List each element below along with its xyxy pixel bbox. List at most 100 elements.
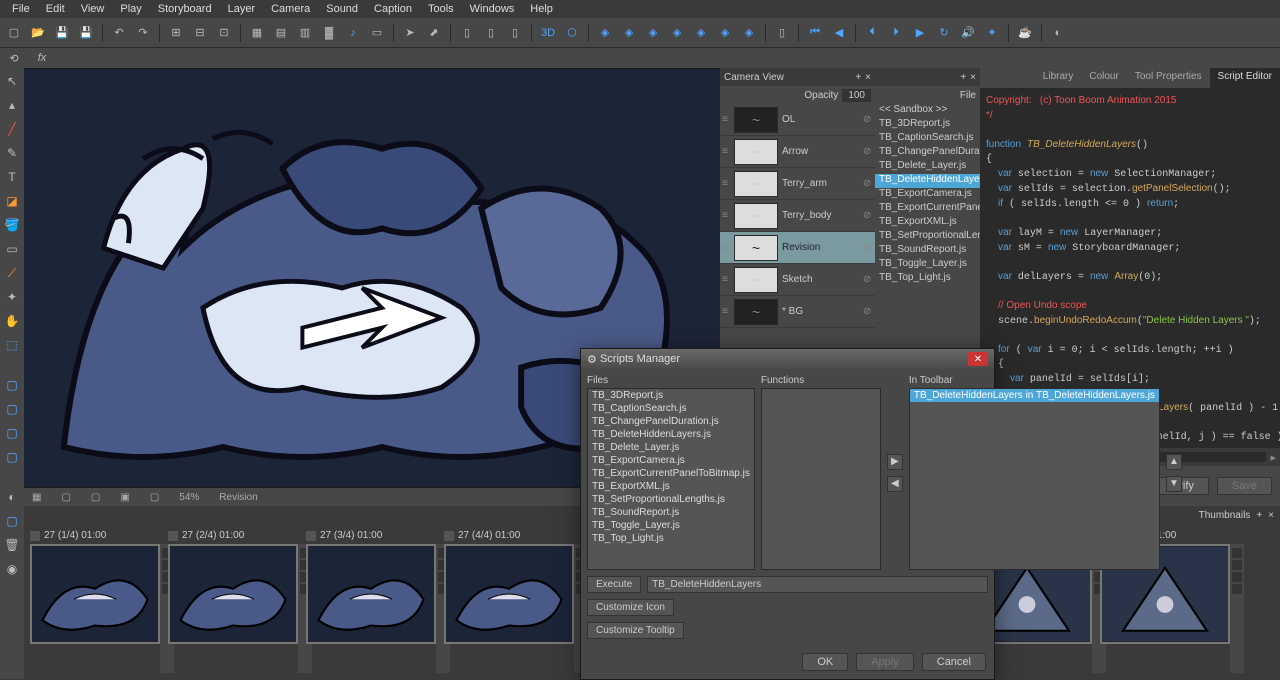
hand-icon[interactable]: ✋ — [3, 312, 21, 330]
dialog-file-item[interactable]: TB_SoundReport.js — [588, 506, 754, 519]
redo-icon[interactable]: ↷ — [133, 23, 153, 43]
play-prev-icon[interactable]: ◀ — [829, 23, 849, 43]
c7-icon[interactable]: ◈ — [739, 23, 759, 43]
c2-icon[interactable]: ◈ — [619, 23, 639, 43]
move-up-button[interactable]: ▲ — [1166, 454, 1182, 470]
3d-icon[interactable]: 3D — [538, 23, 558, 43]
tl-close-icon[interactable]: × — [1268, 510, 1274, 521]
t17-icon[interactable]: ▢ — [3, 448, 21, 466]
c5-icon[interactable]: ◈ — [691, 23, 711, 43]
file-item[interactable]: TB_Top_Light.js — [875, 272, 980, 286]
c4-icon[interactable]: ◈ — [667, 23, 687, 43]
menu-view[interactable]: View — [73, 3, 113, 15]
script-name-input[interactable] — [647, 576, 988, 593]
opacity-value[interactable]: 100 — [842, 89, 871, 102]
script-save-button[interactable]: Save — [1217, 477, 1272, 495]
swatch-icon[interactable]: ▓ — [319, 23, 339, 43]
t18-icon[interactable]: ◐ — [3, 488, 21, 506]
status-icon[interactable]: ▦ — [32, 492, 41, 503]
c8-icon[interactable]: ▯ — [772, 23, 792, 43]
customize-icon-button[interactable]: Customize Icon — [587, 599, 674, 616]
status-icon5[interactable]: ▢ — [150, 492, 159, 503]
thumbnail[interactable]: 27 (4/4) 01:00 — [444, 544, 574, 673]
layer-item[interactable]: ≡~Arrow⊘ — [720, 136, 875, 168]
menu-layer[interactable]: Layer — [220, 3, 264, 15]
menu-camera[interactable]: Camera — [263, 3, 318, 15]
tab-script-editor[interactable]: Script Editor — [1210, 68, 1280, 88]
menu-caption[interactable]: Caption — [366, 3, 420, 15]
close-icon[interactable]: × — [865, 72, 871, 83]
layer-item[interactable]: ≡~Revision⊘ — [720, 232, 875, 264]
t10-icon[interactable]: ✦ — [3, 288, 21, 306]
file-item[interactable]: << Sandbox >> — [875, 104, 980, 118]
layer-item[interactable]: ≡~OL⊘ — [720, 104, 875, 136]
dialog-file-item[interactable]: TB_CaptionSearch.js — [588, 402, 754, 415]
align3-icon[interactable]: ▯ — [505, 23, 525, 43]
file-item[interactable]: TB_SoundReport.js — [875, 244, 980, 258]
select-icon[interactable]: ↖ — [3, 72, 21, 90]
color-icon[interactable]: ◐ — [1048, 23, 1068, 43]
menu-file[interactable]: File — [4, 3, 38, 15]
menu-help[interactable]: Help — [522, 3, 561, 15]
file-item[interactable]: TB_ExportCamera.js — [875, 188, 980, 202]
file-item[interactable]: TB_ChangePanelDuration.js — [875, 146, 980, 160]
new-icon[interactable]: ▢ — [4, 23, 24, 43]
marquee-icon[interactable]: ⬚ — [3, 336, 21, 354]
menu-play[interactable]: Play — [112, 3, 149, 15]
c1-icon[interactable]: ◈ — [595, 23, 615, 43]
dialog-apply-button[interactable]: Apply — [856, 653, 914, 671]
scrub-icon[interactable]: ✦ — [982, 23, 1002, 43]
panel-icon[interactable]: ▭ — [367, 23, 387, 43]
s1-icon[interactable]: ⟲ — [4, 48, 24, 68]
customize-tooltip-button[interactable]: Customize Tooltip — [587, 622, 684, 639]
dialog-file-item[interactable]: TB_Top_Light.js — [588, 532, 754, 545]
t21-icon[interactable]: ◉ — [3, 560, 21, 578]
t8-icon[interactable]: ▭ — [3, 240, 21, 258]
arrow2-icon[interactable]: ⬈ — [424, 23, 444, 43]
dialog-close-button[interactable]: ✕ — [968, 352, 988, 366]
add-icon[interactable]: + — [855, 72, 861, 83]
file-item[interactable]: TB_SetProportionalLengths.js — [875, 230, 980, 244]
menu-sound[interactable]: Sound — [318, 3, 366, 15]
align1-icon[interactable]: ▯ — [457, 23, 477, 43]
menu-edit[interactable]: Edit — [38, 3, 73, 15]
pencil-icon[interactable]: ✎ — [3, 144, 21, 162]
status-icon2[interactable]: ▢ — [61, 492, 70, 503]
dialog-file-item[interactable]: TB_Toggle_Layer.js — [588, 519, 754, 532]
dialog-file-item[interactable]: TB_ExportXML.js — [588, 480, 754, 493]
dialog-file-item[interactable]: TB_ExportCurrentPanelToBitmap.js — [588, 467, 754, 480]
dialog-file-item[interactable]: TB_ExportCamera.js — [588, 454, 754, 467]
t15-icon[interactable]: ▢ — [3, 400, 21, 418]
play-icon[interactable]: ▶ — [910, 23, 930, 43]
grid2-icon[interactable]: ⊟ — [190, 23, 210, 43]
execute-button[interactable]: Execute — [587, 576, 641, 593]
dialog-file-item[interactable]: TB_Delete_Layer.js — [588, 441, 754, 454]
file-item[interactable]: TB_ExportXML.js — [875, 216, 980, 230]
text-icon[interactable]: T — [3, 168, 21, 186]
file-item[interactable]: TB_DeleteHiddenLayers.js — [875, 174, 980, 188]
open-icon[interactable]: 📂 — [28, 23, 48, 43]
sound-icon[interactable]: 🔊 — [958, 23, 978, 43]
step-back-icon[interactable]: ⏴ — [862, 23, 882, 43]
file-item[interactable]: TB_CaptionSearch.js — [875, 132, 980, 146]
play-first-icon[interactable]: ⏮ — [805, 23, 825, 43]
eyedrop-icon[interactable]: ⟋ — [3, 264, 21, 282]
layout3-icon[interactable]: ▥ — [295, 23, 315, 43]
layout1-icon[interactable]: ▦ — [247, 23, 267, 43]
dialog-file-item[interactable]: TB_DeleteHiddenLayers.js — [588, 428, 754, 441]
grid-icon[interactable]: ⊞ — [166, 23, 186, 43]
thumbnail[interactable]: 27 (3/4) 01:00 — [306, 544, 436, 673]
dialog-file-item[interactable]: TB_ChangePanelDuration.js — [588, 415, 754, 428]
arrow-icon[interactable]: ➤ — [400, 23, 420, 43]
status-icon4[interactable]: ▣ — [120, 492, 129, 503]
menu-tools[interactable]: Tools — [420, 3, 462, 15]
thumbnail[interactable]: 27 (2/4) 01:00 — [168, 544, 298, 673]
file-item[interactable]: TB_ExportCurrentPanelToBitmap.js — [875, 202, 980, 216]
tab-colour[interactable]: Colour — [1081, 68, 1126, 88]
panel-close2-icon[interactable]: × — [970, 72, 976, 83]
loop-icon[interactable]: ↻ — [934, 23, 954, 43]
tab-tool-properties[interactable]: Tool Properties — [1127, 68, 1210, 88]
save-all-icon[interactable]: 💾 — [76, 23, 96, 43]
dialog-file-item[interactable]: TB_SetProportionalLengths.js — [588, 493, 754, 506]
c6-icon[interactable]: ◈ — [715, 23, 735, 43]
